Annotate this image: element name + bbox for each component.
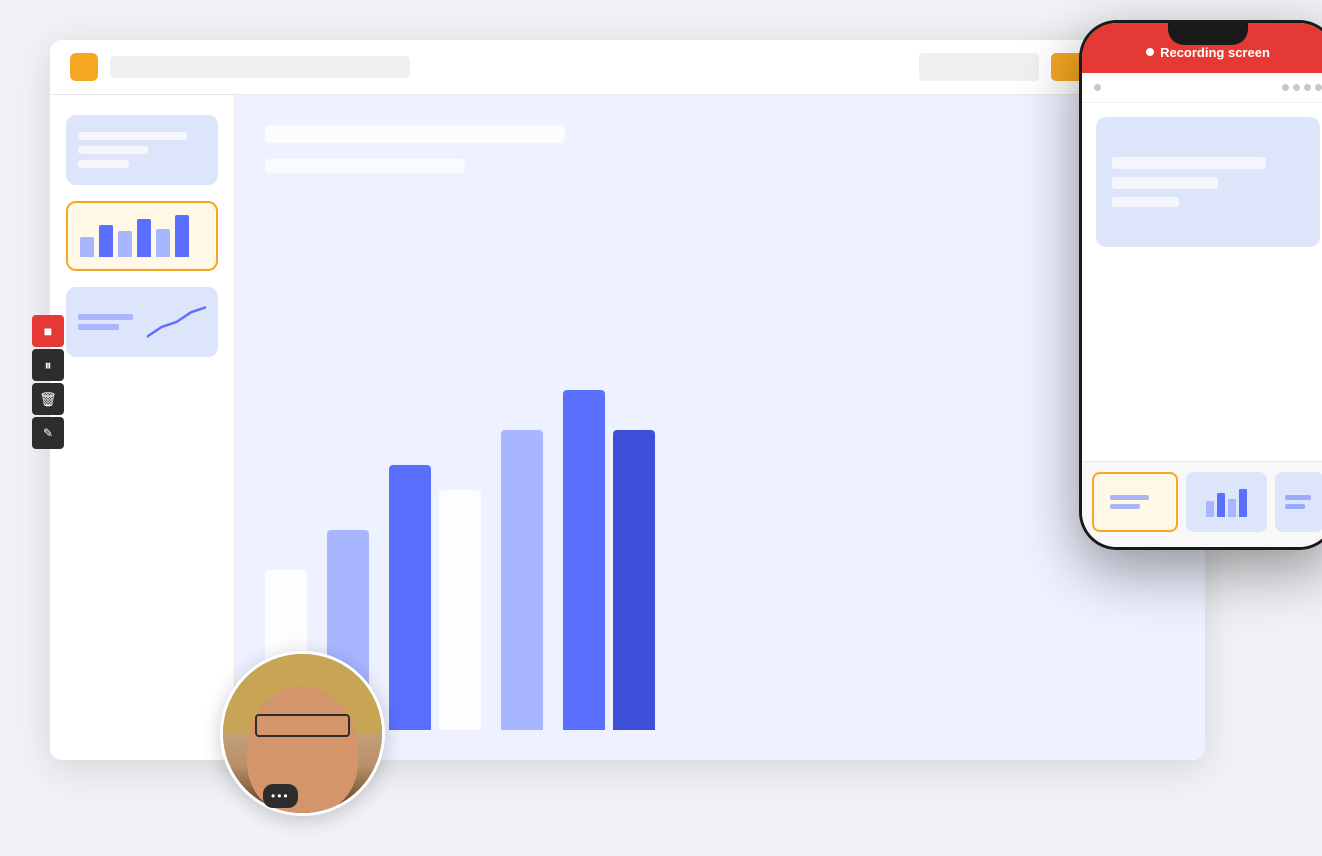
recording-label: Recording screen bbox=[1146, 45, 1270, 60]
phone-dot-3 bbox=[1293, 84, 1300, 91]
phone-thumb-3-text bbox=[1285, 495, 1314, 509]
phone-screen: Recording screen bbox=[1082, 23, 1322, 547]
mini-bar-2 bbox=[99, 225, 113, 257]
chart-bar-5b bbox=[613, 430, 655, 730]
phone-dot-5 bbox=[1315, 84, 1322, 91]
bar-group-5 bbox=[563, 390, 655, 730]
chart-title-bar bbox=[265, 125, 565, 143]
bar-group-4 bbox=[501, 430, 543, 730]
phone-mockup: Recording screen bbox=[1079, 20, 1322, 550]
phone-notch bbox=[1168, 23, 1248, 45]
chart-bar-3b bbox=[439, 490, 481, 730]
scene: ■ ⏸ 🗑 ✎ ••• bbox=[0, 0, 1322, 856]
chart-bar-4a bbox=[501, 430, 543, 730]
toolbar-buttons: ■ ⏸ 🗑 ✎ bbox=[32, 315, 64, 449]
recording-text: Recording screen bbox=[1160, 45, 1270, 60]
sidebar-card-bar-1 bbox=[78, 132, 187, 140]
phone-thumb-3[interactable] bbox=[1275, 472, 1322, 532]
phone-thumb-text bbox=[1110, 495, 1159, 509]
recording-dot bbox=[1146, 48, 1154, 56]
browser-url-bar bbox=[110, 56, 410, 78]
mini-bar-3 bbox=[118, 231, 132, 257]
phone-recording-bar: Recording screen bbox=[1082, 23, 1322, 73]
phone-dot-4 bbox=[1304, 84, 1311, 91]
bar-group-3 bbox=[389, 465, 481, 730]
phone-card-bar-2 bbox=[1112, 177, 1218, 189]
mini-bar-1 bbox=[80, 237, 94, 257]
phone-spacer bbox=[1082, 261, 1322, 461]
phone-main-card bbox=[1096, 117, 1320, 247]
chart-bar-3a bbox=[389, 465, 431, 730]
chart-bars-area bbox=[265, 189, 1175, 730]
phone-card-bar-1 bbox=[1112, 157, 1266, 169]
mini-bar-5 bbox=[156, 229, 170, 257]
chart-subtitle-bar bbox=[265, 159, 465, 173]
pause-icon: ⏸ bbox=[45, 357, 52, 374]
avatar-options-badge[interactable]: ••• bbox=[263, 784, 298, 808]
phone-dot-1 bbox=[1094, 84, 1101, 91]
phone-dot-2 bbox=[1282, 84, 1289, 91]
phone-card-bar-3 bbox=[1112, 197, 1179, 207]
sidebar-card-text[interactable] bbox=[66, 115, 218, 185]
mini-bar-4 bbox=[137, 219, 151, 257]
avatar-dots-icon: ••• bbox=[271, 789, 290, 803]
trend-line-2 bbox=[78, 324, 119, 330]
browser-window bbox=[50, 40, 1205, 760]
trend-chart-icon bbox=[147, 302, 206, 342]
user-avatar-container bbox=[220, 651, 385, 816]
sidebar-card-bar-2 bbox=[78, 146, 148, 154]
phone-topbar bbox=[1082, 73, 1322, 103]
chart-bar-5a bbox=[563, 390, 605, 730]
sidebar-card-chart[interactable] bbox=[66, 201, 218, 271]
browser-logo bbox=[70, 53, 98, 81]
trend-line-1 bbox=[78, 314, 133, 320]
chart-container bbox=[265, 125, 1175, 730]
browser-topbar bbox=[50, 40, 1205, 95]
phone-thumbnail-row bbox=[1082, 461, 1322, 547]
pause-button[interactable]: ⏸ bbox=[32, 349, 64, 381]
phone-dots-row bbox=[1282, 84, 1322, 91]
trash-icon: 🗑 bbox=[39, 391, 57, 408]
phone-thumb-bars bbox=[1206, 487, 1247, 517]
sidebar-card-bar-3 bbox=[78, 160, 129, 168]
stop-icon: ■ bbox=[44, 323, 52, 339]
phone-thumb-1[interactable] bbox=[1092, 472, 1178, 532]
edit-icon: ✎ bbox=[43, 426, 53, 440]
delete-button[interactable]: 🗑 bbox=[32, 383, 64, 415]
user-avatar-image bbox=[223, 654, 382, 813]
stop-button[interactable]: ■ bbox=[32, 315, 64, 347]
mini-bar-6 bbox=[175, 215, 189, 257]
sidebar-card-trend[interactable] bbox=[66, 287, 218, 357]
sidebar bbox=[50, 95, 235, 760]
edit-button[interactable]: ✎ bbox=[32, 417, 64, 449]
browser-search-bar bbox=[919, 53, 1039, 81]
phone-thumb-2[interactable] bbox=[1186, 472, 1268, 532]
